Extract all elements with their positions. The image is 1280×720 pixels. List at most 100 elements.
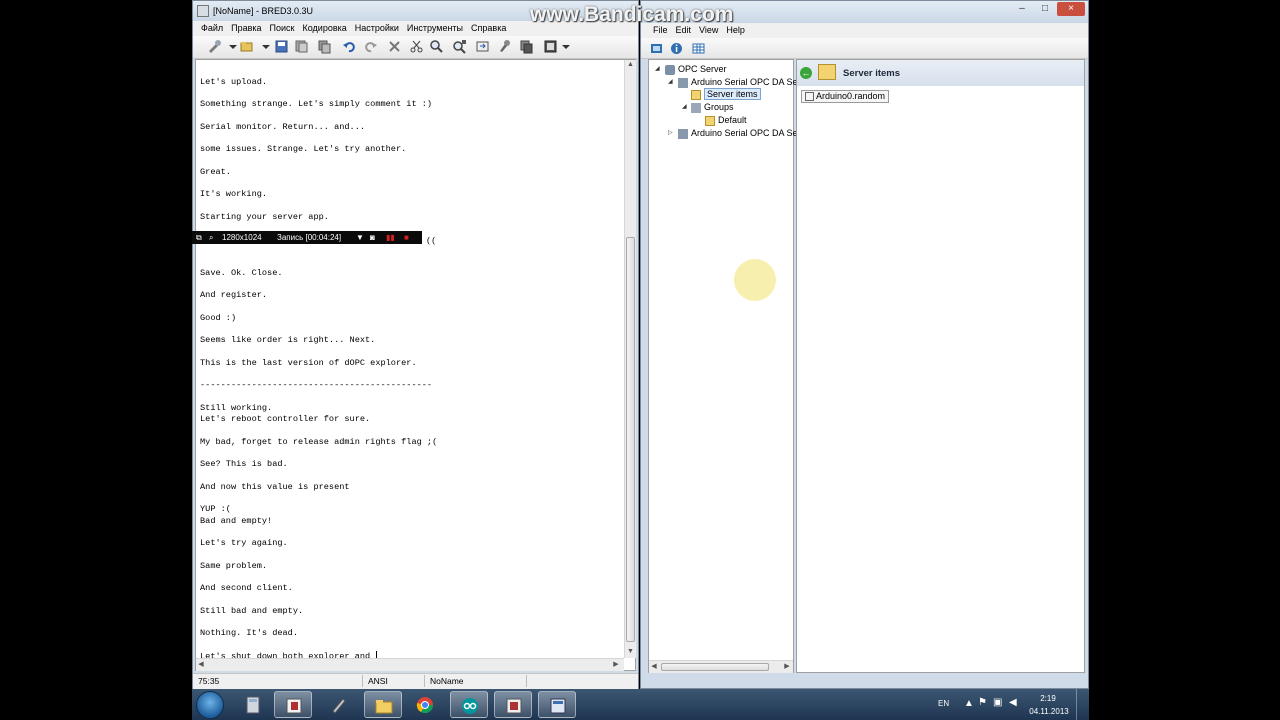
tree-node-arduino-server-2[interactable]: Arduino Serial OPC DA Se	[678, 127, 798, 139]
menu-search[interactable]: Поиск	[266, 21, 299, 35]
cut-icon[interactable]	[409, 39, 424, 54]
opc-item-arduino0-random[interactable]: Arduino0.random	[801, 90, 890, 103]
volume-icon[interactable]: ◀	[1009, 697, 1017, 708]
pause-icon[interactable]: ▮▮	[386, 231, 395, 244]
editor-line: Still bad and empty.	[200, 606, 304, 616]
menu-settings[interactable]: Настройки	[351, 21, 403, 35]
maximize-icon[interactable]: □	[1034, 2, 1056, 16]
tree-scroll-left-icon[interactable]: ◀	[649, 662, 659, 672]
tree-scroll-right-icon[interactable]: ▶	[782, 662, 792, 672]
editor-line: Let's reboot controller for sure.	[200, 414, 371, 424]
menu-edit[interactable]: Правка	[227, 21, 265, 35]
close-icon[interactable]: ×	[1057, 2, 1085, 16]
start-button[interactable]	[196, 691, 224, 719]
editor-window-title: [NoName] - BRED3.0.3U	[213, 6, 314, 16]
scroll-left-arrow-icon[interactable]: ◀	[196, 660, 206, 670]
scroll-right-arrow-icon[interactable]: ▶	[611, 660, 621, 670]
stop-icon[interactable]: ■	[404, 231, 409, 244]
items-pane-title: Server items	[843, 68, 901, 79]
editor-statusbar: 75:35 ANSI NoName	[193, 673, 638, 689]
expand-root-icon[interactable]: ◢	[655, 63, 660, 75]
recorder-resolution: 1280x1024	[222, 233, 262, 242]
explorer-folder-icon[interactable]	[364, 691, 402, 718]
items-pane-header: ← Server items	[797, 60, 1084, 86]
recorder-bar: ⧉ ⌕ 1280x1024 Запись [00:04:24] ▼ ◙ ▮▮ ■	[192, 231, 422, 244]
more-dropdown-icon[interactable]	[559, 39, 574, 54]
scroll-down-arrow-icon[interactable]: ▼	[625, 647, 636, 657]
editor-line: And now this value is present	[200, 482, 350, 492]
menu-file[interactable]: Файл	[197, 21, 227, 35]
menu-help[interactable]: Справка	[467, 21, 510, 35]
editor-text-area[interactable]: Let's upload. Something strange. Let's si…	[195, 59, 636, 671]
save-icon[interactable]	[274, 39, 289, 54]
tree-node-default-group[interactable]: Default	[705, 114, 747, 126]
tree-node-server-items[interactable]: Server items	[691, 88, 761, 100]
editor-line: This is the last version of dOPC explore…	[200, 358, 417, 368]
connect-icon[interactable]	[649, 41, 664, 56]
find-icon[interactable]	[429, 39, 444, 54]
tray-arrow-icon[interactable]: ▲	[964, 698, 974, 709]
redo-icon[interactable]	[363, 39, 378, 54]
find-replace-icon[interactable]	[452, 39, 467, 54]
cursor-highlight	[734, 259, 776, 301]
undo-icon[interactable]	[342, 39, 357, 54]
tree-horizontal-scrollbar[interactable]: ◀ ▶	[649, 660, 793, 673]
minimize-icon[interactable]: –	[1011, 2, 1033, 16]
editor-line: And register.	[200, 290, 268, 300]
camera-icon[interactable]: ◙	[370, 231, 375, 244]
tools-icon[interactable]	[207, 39, 222, 54]
editor-line: Bad and empty!	[200, 516, 273, 526]
opc-explorer-icon[interactable]	[538, 691, 576, 718]
expand-server2-icon[interactable]: ▷	[668, 127, 673, 139]
tree-node-arduino-server-1[interactable]: Arduino Serial OPC DA Se	[678, 76, 798, 88]
editor-icon[interactable]	[494, 691, 532, 718]
info-icon[interactable]	[669, 41, 684, 56]
notebook-icon[interactable]	[274, 691, 312, 718]
editor-line: Still working.	[200, 403, 273, 413]
settings-icon[interactable]	[497, 39, 512, 54]
expand-server1-icon[interactable]: ◢	[668, 76, 673, 88]
clear-icon[interactable]	[387, 39, 402, 54]
magnifier-icon[interactable]: ⌕	[209, 231, 213, 244]
opc-explorer-window: – □ × File Edit View Help ◢ OPC Server ◢ Ar…	[640, 0, 1089, 689]
editor-window: [NoName] - BRED3.0.3U Файл Правка Поиск Код…	[192, 0, 639, 689]
tree-node-opc-server[interactable]: OPC Server	[665, 63, 727, 75]
grid-icon[interactable]	[691, 41, 706, 56]
editor-line: Great.	[200, 167, 231, 177]
export-icon[interactable]	[543, 39, 558, 54]
editor-line: Let's try againg.	[200, 538, 288, 548]
calculator-icon[interactable]	[234, 691, 272, 718]
save-as-icon[interactable]	[294, 39, 309, 54]
tree-hscroll-thumb[interactable]	[661, 663, 769, 671]
action-center-flag-icon[interactable]: ⚑	[978, 697, 987, 708]
recorder-dropdown-icon[interactable]: ▼	[356, 231, 364, 244]
show-desktop-button[interactable]	[1076, 689, 1089, 720]
copy-icon[interactable]	[317, 39, 332, 54]
clock-date[interactable]: 04.11.2013	[1028, 707, 1070, 716]
open-dropdown-2-icon[interactable]	[259, 39, 274, 54]
editor-vertical-scrollbar[interactable]: ▲ ▼	[624, 60, 636, 658]
back-arrow-icon[interactable]: ←	[800, 67, 812, 79]
arduino-icon[interactable]	[450, 691, 488, 718]
editor-line: Same problem.	[200, 561, 268, 571]
editor-toolbar	[193, 36, 638, 59]
expand-groups-icon[interactable]: ◢	[682, 101, 687, 113]
editor-horizontal-scrollbar[interactable]: ◀ ▶	[196, 658, 624, 671]
menu-encoding[interactable]: Кодировка	[299, 21, 351, 35]
goto-icon[interactable]	[475, 39, 490, 54]
window-mode-icon[interactable]: ⧉	[196, 231, 202, 244]
language-indicator[interactable]: EN	[938, 699, 949, 708]
editor-vscroll-thumb[interactable]	[626, 237, 635, 642]
folder-icon	[705, 115, 715, 126]
open-icon[interactable]	[239, 39, 254, 54]
server-icon	[678, 77, 688, 88]
scroll-up-arrow-icon[interactable]: ▲	[625, 60, 636, 70]
chrome-icon[interactable]	[406, 691, 444, 718]
editor-line: Something strange. Let's simply comment …	[200, 99, 433, 109]
tree-node-groups[interactable]: Groups	[691, 101, 734, 113]
clock-time[interactable]: 2:19	[1028, 694, 1068, 703]
network-icon[interactable]: ▣	[993, 697, 1002, 708]
copy-file-icon[interactable]	[519, 39, 534, 54]
menu-tools[interactable]: Инструменты	[403, 21, 467, 35]
pen-icon[interactable]	[320, 691, 358, 718]
